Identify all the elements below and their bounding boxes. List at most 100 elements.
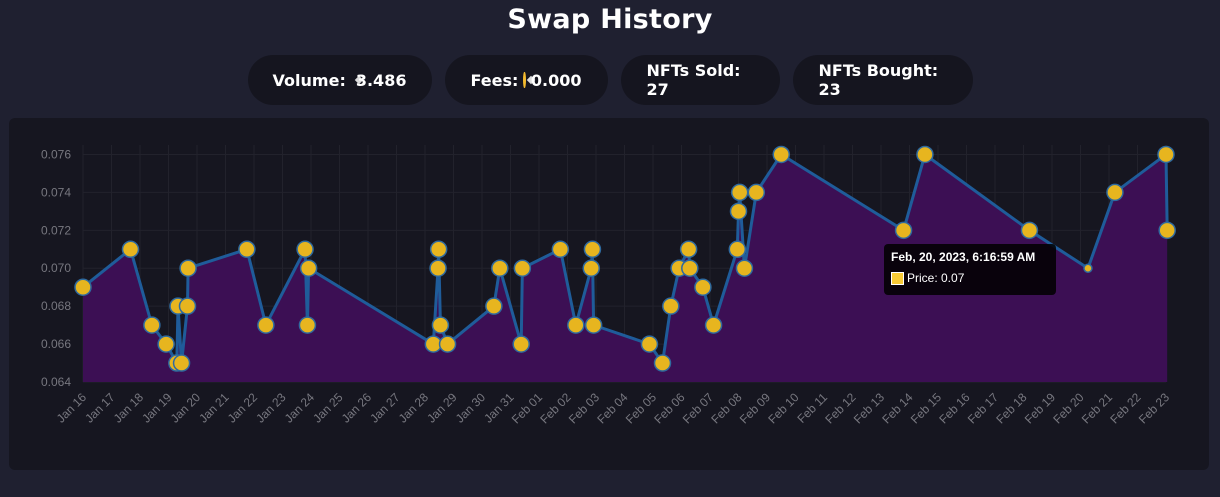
- fees-label: Fees:: [470, 70, 519, 90]
- data-point: [662, 297, 680, 315]
- x-tick-label: Feb 03: [566, 390, 603, 427]
- data-point: [157, 335, 175, 353]
- data-point: [485, 297, 503, 315]
- x-tick-label: Feb 10: [765, 390, 802, 427]
- x-tick-label: Feb 14: [879, 390, 916, 427]
- y-tick-label: 0.066: [41, 337, 71, 351]
- x-tick-label: Jan 17: [82, 390, 118, 426]
- data-point: [728, 240, 747, 259]
- page-title: Swap History: [507, 4, 713, 35]
- x-tick-label: Feb 20: [1050, 390, 1087, 427]
- x-tick-label: Jan 26: [339, 390, 375, 426]
- y-tick-label: 0.076: [41, 147, 71, 161]
- data-point: [512, 335, 530, 353]
- x-tick-label: Feb 15: [908, 390, 945, 427]
- x-tick-label: Feb 13: [851, 390, 888, 427]
- tooltip-label: Price: 0.07: [907, 271, 965, 285]
- data-point: [583, 240, 602, 259]
- data-point: [298, 316, 317, 334]
- data-point: [1157, 145, 1175, 164]
- data-point: [238, 240, 256, 259]
- y-tick-label: 0.064: [41, 375, 71, 389]
- data-point: [143, 316, 161, 334]
- x-tick-label: Jan 28: [396, 390, 432, 426]
- x-tick-label: Feb 18: [993, 390, 1030, 427]
- data-point: [584, 316, 603, 334]
- data-point: [438, 335, 457, 353]
- x-tick-label: Jan 29: [424, 390, 460, 426]
- nfts-sold-text: NFTs Sold: 27: [646, 61, 741, 99]
- data-point: [694, 278, 712, 296]
- x-tick-label: Jan 22: [225, 390, 261, 426]
- data-point: [735, 259, 754, 277]
- data-point: [747, 183, 766, 202]
- x-tick-label: Jan 23: [253, 390, 289, 426]
- x-tick-label: Jan 16: [54, 390, 90, 426]
- x-tick-label: Jan 20: [168, 390, 204, 426]
- x-tick-label: Feb 12: [822, 390, 859, 427]
- data-point: [653, 354, 672, 372]
- x-tick-label: Feb 07: [680, 390, 717, 427]
- data-point: [894, 221, 913, 240]
- data-point: [1158, 221, 1176, 240]
- stats-bar: Volume: 3.486 Fees: 0.000 NFTs Sold: 27 …: [0, 55, 1220, 105]
- x-tick-label: Feb 17: [965, 390, 1002, 427]
- x-tick-label: Feb 04: [594, 390, 631, 427]
- y-tick-label: 0.068: [41, 299, 71, 313]
- data-point: [172, 354, 191, 372]
- data-point: [681, 259, 699, 277]
- x-tick-label: Jan 30: [453, 390, 489, 426]
- data-point: [491, 259, 509, 277]
- data-point: [431, 316, 450, 334]
- x-tick-label: Feb 08: [708, 390, 745, 427]
- x-tick-label: Feb 19: [1022, 390, 1059, 427]
- data-point: [916, 145, 934, 164]
- data-point: [429, 259, 447, 277]
- x-tick-label: Jan 25: [310, 390, 346, 426]
- x-tick-label: Feb 21: [1079, 390, 1116, 427]
- data-point: [772, 145, 790, 164]
- chart-tooltip: Feb, 20, 2023, 6:16:59 AM Price: 0.07: [884, 244, 1056, 295]
- data-point: [257, 316, 275, 334]
- volume-label: Volume:: [272, 70, 346, 90]
- bnb-coin-icon: [523, 72, 526, 88]
- data-point: [582, 259, 600, 277]
- x-tick-label: Feb 02: [537, 390, 574, 427]
- data-point: [1083, 263, 1093, 273]
- x-tick-label: Feb 09: [737, 390, 774, 427]
- y-tick-label: 0.070: [41, 261, 71, 275]
- x-tick-label: Jan 21: [196, 390, 232, 426]
- y-tick-label: 0.072: [41, 223, 71, 237]
- data-point: [74, 278, 92, 296]
- data-point: [704, 316, 723, 334]
- data-point: [551, 240, 570, 259]
- x-tick-label: Feb 06: [651, 390, 688, 427]
- x-tick-label: Feb 01: [509, 390, 546, 427]
- data-point: [567, 316, 585, 334]
- nfts-sold-stat: NFTs Sold: 27: [620, 55, 780, 105]
- x-tick-label: Feb 23: [1136, 390, 1173, 427]
- fees-value: 0.000: [530, 70, 582, 90]
- tooltip-swatch: [891, 271, 904, 285]
- nfts-bought-stat: NFTs Bought: 23: [792, 55, 973, 105]
- tooltip-title: Feb, 20, 2023, 6:16:59 AM: [891, 250, 1036, 264]
- data-point: [121, 240, 140, 259]
- data-point: [296, 240, 314, 259]
- x-tick-label: Jan 27: [367, 390, 403, 426]
- nfts-bought-text: NFTs Bought: 23: [818, 61, 939, 99]
- data-point: [640, 335, 659, 353]
- x-tick-label: Feb 16: [936, 390, 973, 427]
- data-point: [679, 240, 698, 259]
- data-point: [1106, 183, 1124, 202]
- volume-stat: Volume: 3.486: [247, 55, 432, 105]
- data-point: [730, 183, 749, 202]
- y-tick-label: 0.074: [41, 185, 71, 199]
- x-tick-label: Feb 05: [623, 390, 660, 427]
- data-point: [729, 202, 748, 221]
- x-tick-label: Feb 22: [1107, 390, 1144, 427]
- volume-value: 3.486: [355, 70, 407, 90]
- data-point: [1020, 221, 1039, 240]
- data-point: [178, 297, 197, 315]
- data-point: [179, 259, 197, 277]
- data-point: [429, 240, 448, 259]
